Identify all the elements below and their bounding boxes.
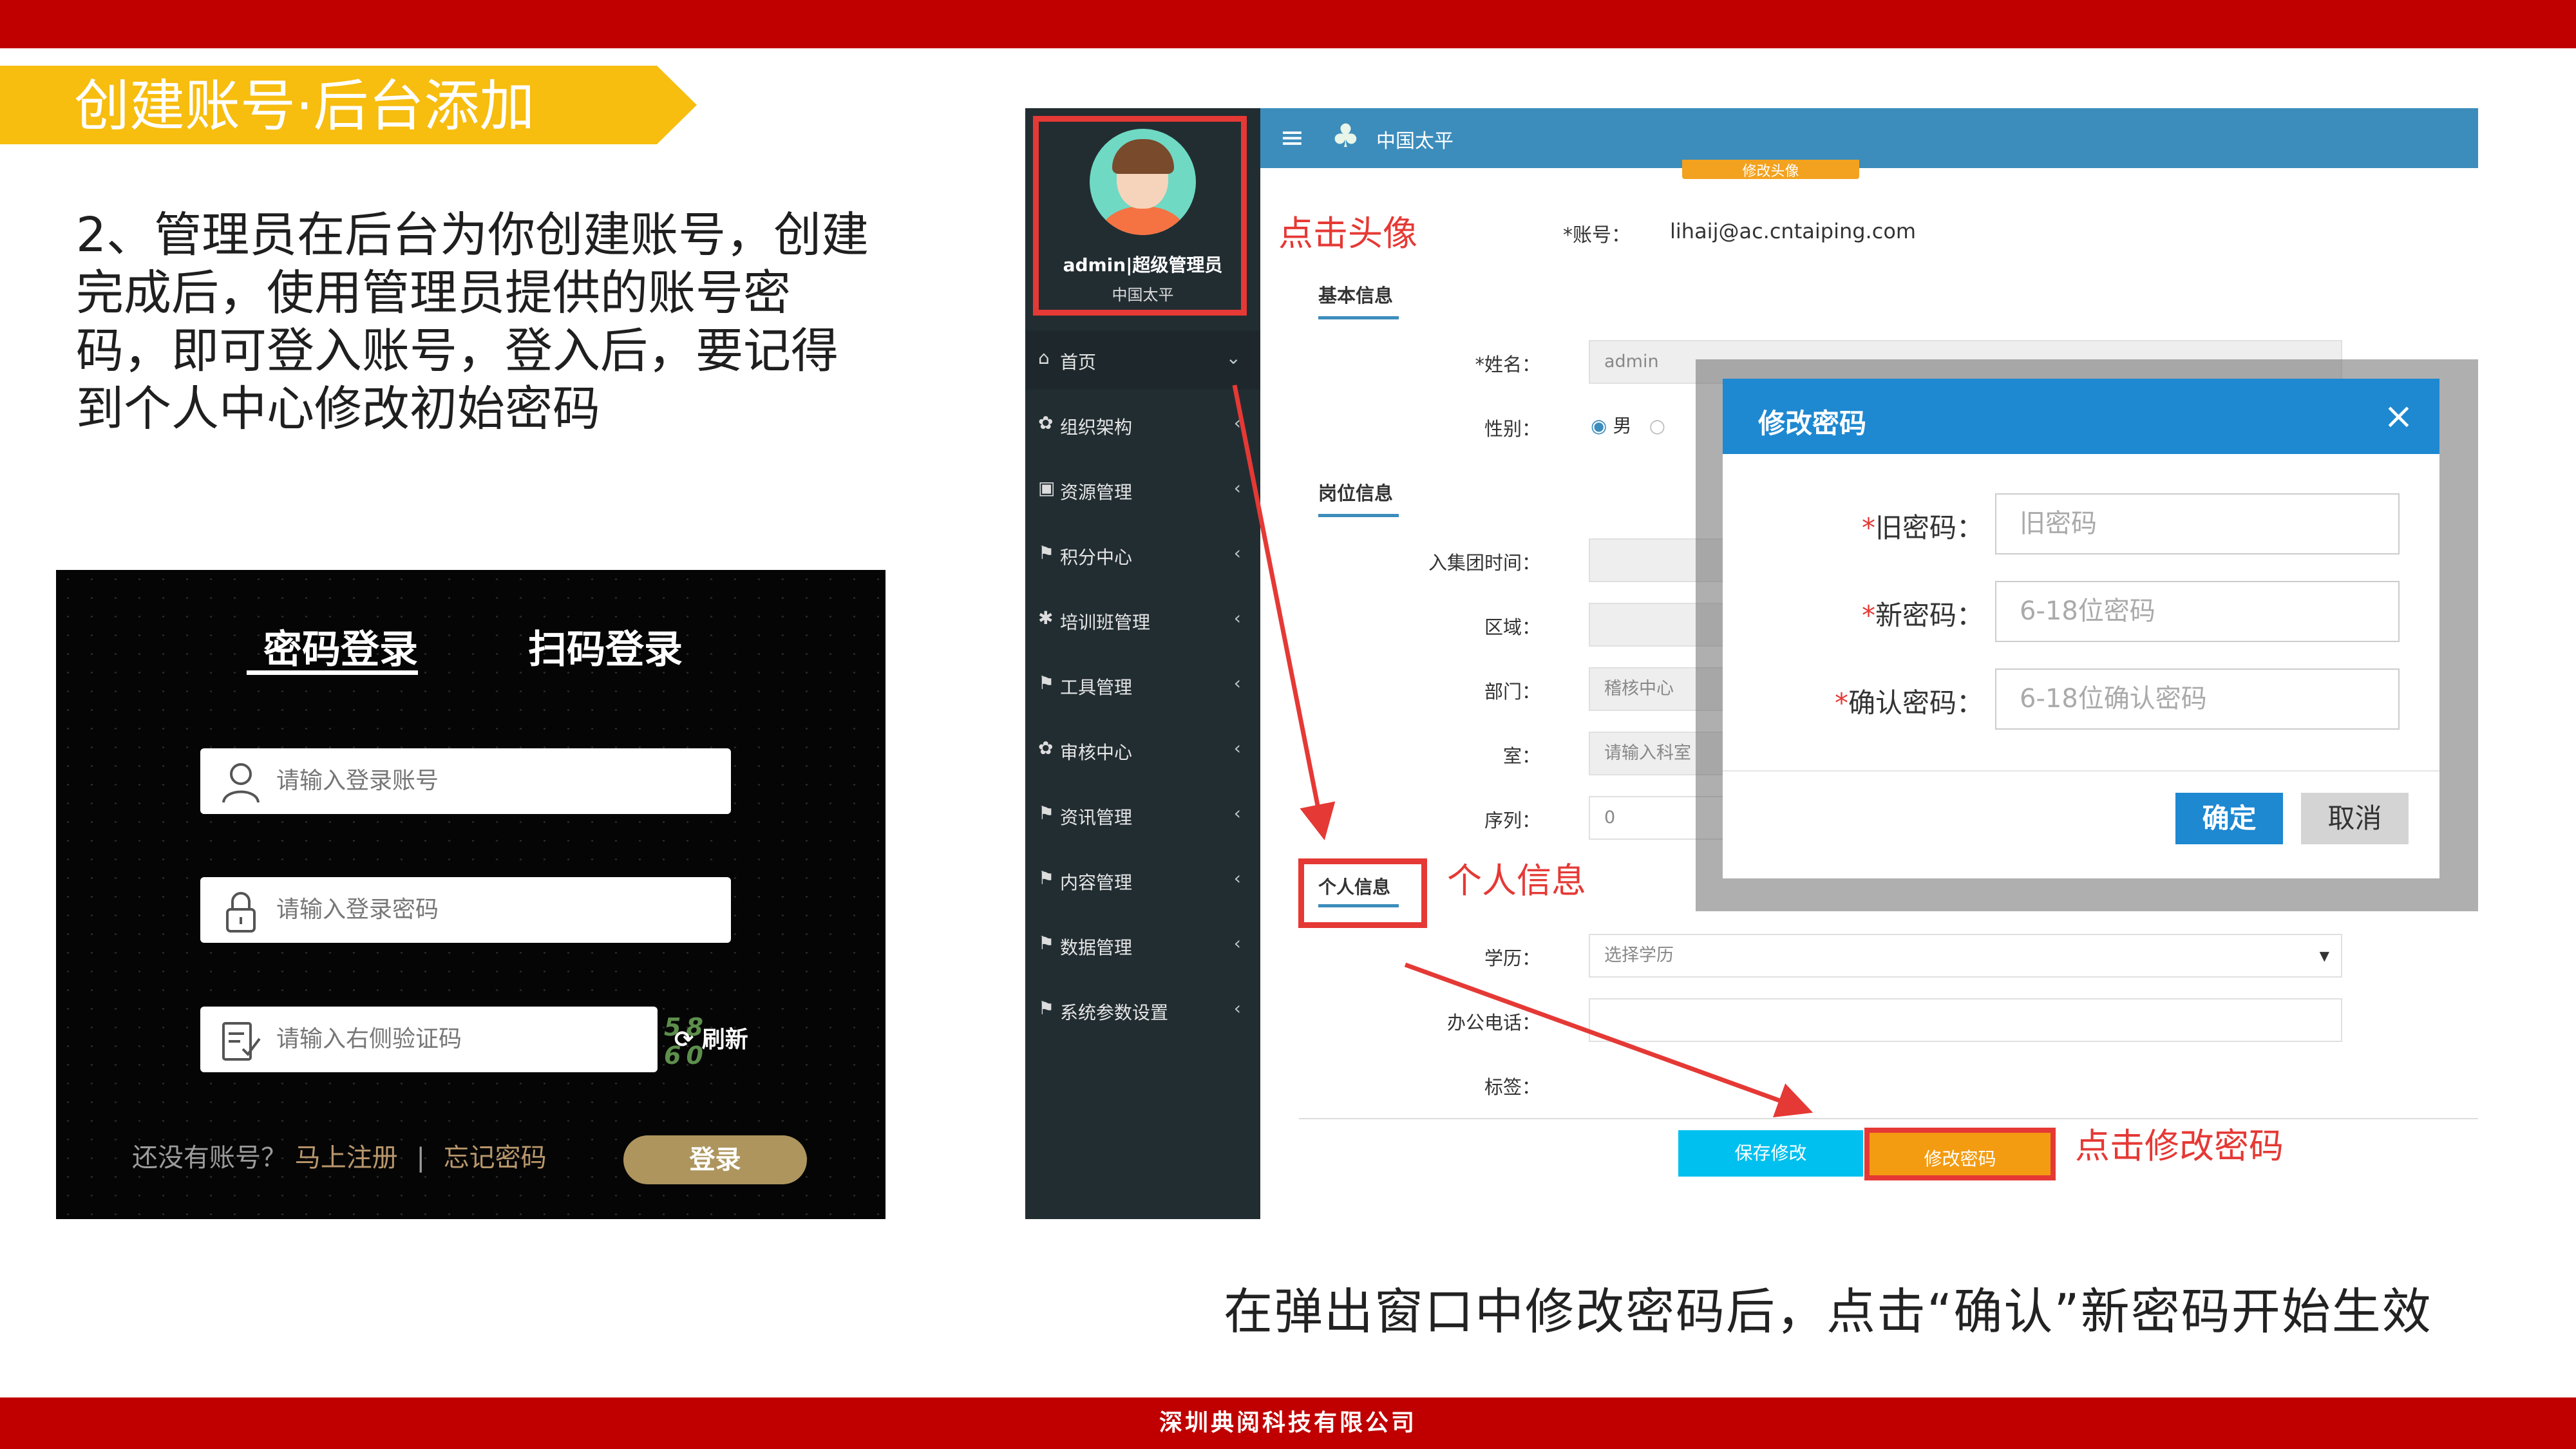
active-tab-underline bbox=[247, 670, 418, 675]
new-password-input[interactable]: 6-18位密码 bbox=[1995, 581, 2400, 642]
password-input[interactable]: 请输入登录密码 bbox=[200, 877, 731, 943]
login-panel: 密码登录 扫码登录 请输入登录账号 请输入登录密码 请输入右侧验证码 58 60… bbox=[56, 570, 886, 1219]
confirm-button[interactable]: 确定 bbox=[2175, 793, 2283, 844]
link-separator: | bbox=[416, 1143, 425, 1173]
close-icon[interactable]: × bbox=[2383, 395, 2414, 437]
admin-screenshot: admin|超级管理员 中国太平 ⌂ 首页 ⌄ ✿ 组织架构 ‹ ▣ 资源管理 ‹ ⚑ 积分中心 ‹ ✱… bbox=[1025, 108, 2478, 1219]
slide-caption: 在弹出窗口中修改密码后，点击“确认”新密码开始生效 bbox=[1224, 1283, 2432, 1340]
no-account-text: 还没有账号？ bbox=[132, 1143, 287, 1173]
required-star: * bbox=[1861, 600, 1875, 631]
user-icon bbox=[222, 763, 260, 803]
login-button[interactable]: 登录 bbox=[623, 1135, 807, 1184]
slide-description: 2、管理员在后台为你创建账号，创建完成后，使用管理员提供的账号密码，即可登入账号… bbox=[76, 207, 869, 437]
old-password-input[interactable]: 旧密码 bbox=[1995, 493, 2400, 554]
cancel-button[interactable]: 取消 bbox=[2301, 793, 2409, 844]
required-star: * bbox=[1834, 687, 1848, 719]
new-password-label: *新密码： bbox=[1861, 600, 1984, 631]
arrow-to-change-password bbox=[1404, 962, 1814, 1117]
login-bottom-links: 还没有账号？ 马上注册 | 忘记密码 bbox=[132, 1137, 547, 1174]
change-password-modal: 修改密码 × *旧密码： 旧密码 *新密码： 6-18位密码 *确认密码： 6-… bbox=[1723, 379, 2439, 878]
refresh-icon: ⟳ bbox=[674, 1027, 694, 1053]
register-link[interactable]: 马上注册 bbox=[295, 1143, 398, 1173]
confirm-password-input[interactable]: 6-18位确认密码 bbox=[1995, 668, 2400, 730]
account-input[interactable]: 请输入登录账号 bbox=[200, 748, 731, 814]
footer-company: 深圳典阅科技有限公司 bbox=[0, 1397, 2576, 1449]
modal-header: 修改密码 × bbox=[1723, 379, 2439, 454]
refresh-label: 刷新 bbox=[701, 1027, 748, 1053]
forgot-password-link[interactable]: 忘记密码 bbox=[444, 1143, 547, 1173]
arrow-avatar-to-personal bbox=[1232, 384, 1336, 840]
tab-qrcode-login[interactable]: 扫码登录 bbox=[528, 618, 683, 674]
top-red-bar bbox=[0, 0, 2576, 48]
password-placeholder: 请输入登录密码 bbox=[276, 896, 439, 923]
modal-footer-divider bbox=[1723, 770, 2439, 772]
edit-check-icon bbox=[222, 1022, 261, 1061]
captcha-placeholder: 请输入右侧验证码 bbox=[276, 1026, 462, 1052]
refresh-captcha-button[interactable]: ⟳ 刷新 bbox=[674, 1021, 748, 1054]
modal-title: 修改密码 bbox=[1758, 408, 1867, 439]
required-star: * bbox=[1861, 512, 1875, 544]
confirm-password-label: *确认密码： bbox=[1834, 687, 1984, 719]
slide-title: 创建账号·后台添加 bbox=[74, 74, 535, 138]
old-password-label: *旧密码： bbox=[1861, 512, 1984, 544]
account-placeholder: 请输入登录账号 bbox=[276, 768, 439, 794]
tab-password-login[interactable]: 密码登录 bbox=[263, 618, 418, 674]
captcha-input[interactable]: 请输入右侧验证码 58 60 bbox=[200, 1007, 703, 1072]
lock-icon bbox=[226, 892, 256, 933]
